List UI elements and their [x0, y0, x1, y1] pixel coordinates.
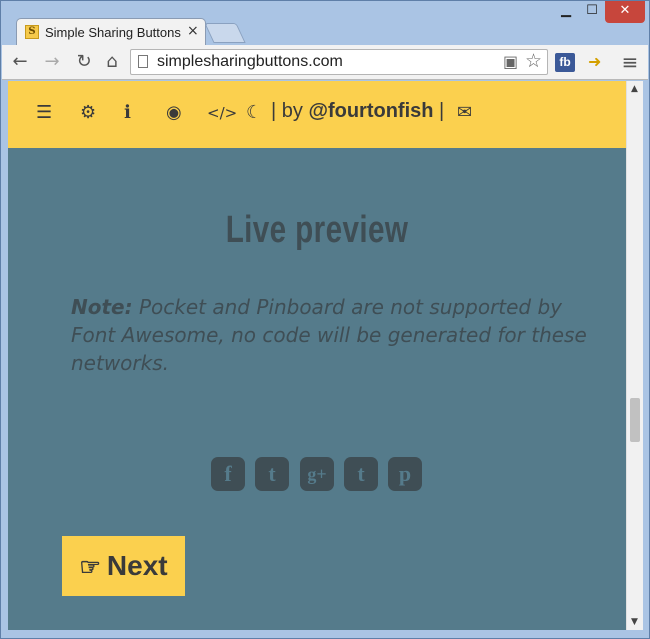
gear-icon[interactable]: ⚙ [80, 102, 96, 124]
eye-icon[interactable]: ◉ [166, 102, 182, 124]
maximize-button[interactable]: ☐ [579, 1, 605, 23]
vertical-scrollbar[interactable]: ▲ ▼ [626, 81, 643, 630]
twitter-icon[interactable]: t [255, 457, 289, 491]
translate-icon[interactable]: ▣ [503, 52, 518, 71]
menu-icon[interactable]: ≡ [618, 51, 642, 73]
note-label: Note: [71, 295, 133, 319]
note-text: Note: Pocket and Pinboard are not suppor… [71, 293, 591, 377]
scroll-up-arrow-icon[interactable]: ▲ [631, 84, 638, 94]
page-viewport: ☰ ⚙ ℹ ◉ </> ☾ | by @fourtonfish | ✉ Live… [8, 81, 626, 630]
by-text: by [281, 100, 303, 122]
moon-icon[interactable]: ☾ [246, 102, 262, 124]
nav-byline: | by @fourtonfish | [271, 100, 444, 123]
tab-strip: S Simple Sharing Buttons G × ▁ ☐ ✕ [1, 1, 649, 46]
hand-pointer-icon: ☞ [79, 554, 101, 581]
facebook-icon[interactable]: f [211, 457, 245, 491]
separator: | [439, 100, 445, 122]
favicon: S [25, 25, 39, 39]
scrollbar-thumb[interactable] [630, 398, 640, 442]
fb-extension-icon[interactable]: fb [555, 53, 575, 72]
browser-tab[interactable]: S Simple Sharing Buttons G × [16, 18, 206, 46]
scroll-down-arrow-icon[interactable]: ▼ [631, 617, 638, 627]
bookmark-star-icon[interactable]: ☆ [525, 50, 542, 72]
browser-window: S Simple Sharing Buttons G × ▁ ☐ ✕ ← → ↻… [0, 0, 650, 639]
next-label: Next [106, 550, 168, 581]
url-text[interactable]: simplesharingbuttons.com [157, 53, 343, 71]
list-icon[interactable]: ☰ [36, 102, 52, 124]
back-icon[interactable]: ← [8, 51, 32, 73]
tab-title: Simple Sharing Buttons G [45, 25, 185, 40]
browser-toolbar: ← → ↻ ⌂ simplesharingbuttons.com ▣ ☆ fb … [2, 45, 648, 80]
author-link[interactable]: @fourtonfish [308, 100, 433, 122]
home-icon[interactable]: ⌂ [100, 51, 124, 73]
tab-close-icon[interactable]: × [187, 23, 199, 39]
forward-icon[interactable]: → [40, 51, 64, 73]
tumblr-icon[interactable]: t [344, 457, 378, 491]
close-window-button[interactable]: ✕ [605, 1, 645, 23]
page-icon [138, 55, 148, 68]
page-title: Live preview [225, 209, 409, 251]
separator: | [271, 100, 277, 122]
envelope-icon[interactable]: ✉ [457, 102, 472, 124]
site-nav: ☰ ⚙ ℹ ◉ </> ☾ | by @fourtonfish | ✉ [8, 81, 626, 148]
reload-icon[interactable]: ↻ [72, 51, 96, 73]
google-plus-icon[interactable]: g+ [300, 457, 334, 491]
minimize-button[interactable]: ▁ [553, 1, 579, 23]
address-bar[interactable]: simplesharingbuttons.com ▣ ☆ [130, 49, 548, 75]
info-icon[interactable]: ℹ [124, 102, 131, 124]
note-body: Pocket and Pinboard are not supported by… [71, 295, 587, 375]
code-icon[interactable]: </> [207, 102, 237, 124]
next-button[interactable]: ☞ Next [62, 536, 185, 596]
extension-icon[interactable]: ➜ [588, 52, 606, 72]
pinterest-icon[interactable]: p [388, 457, 422, 491]
new-tab-button[interactable] [204, 23, 246, 43]
